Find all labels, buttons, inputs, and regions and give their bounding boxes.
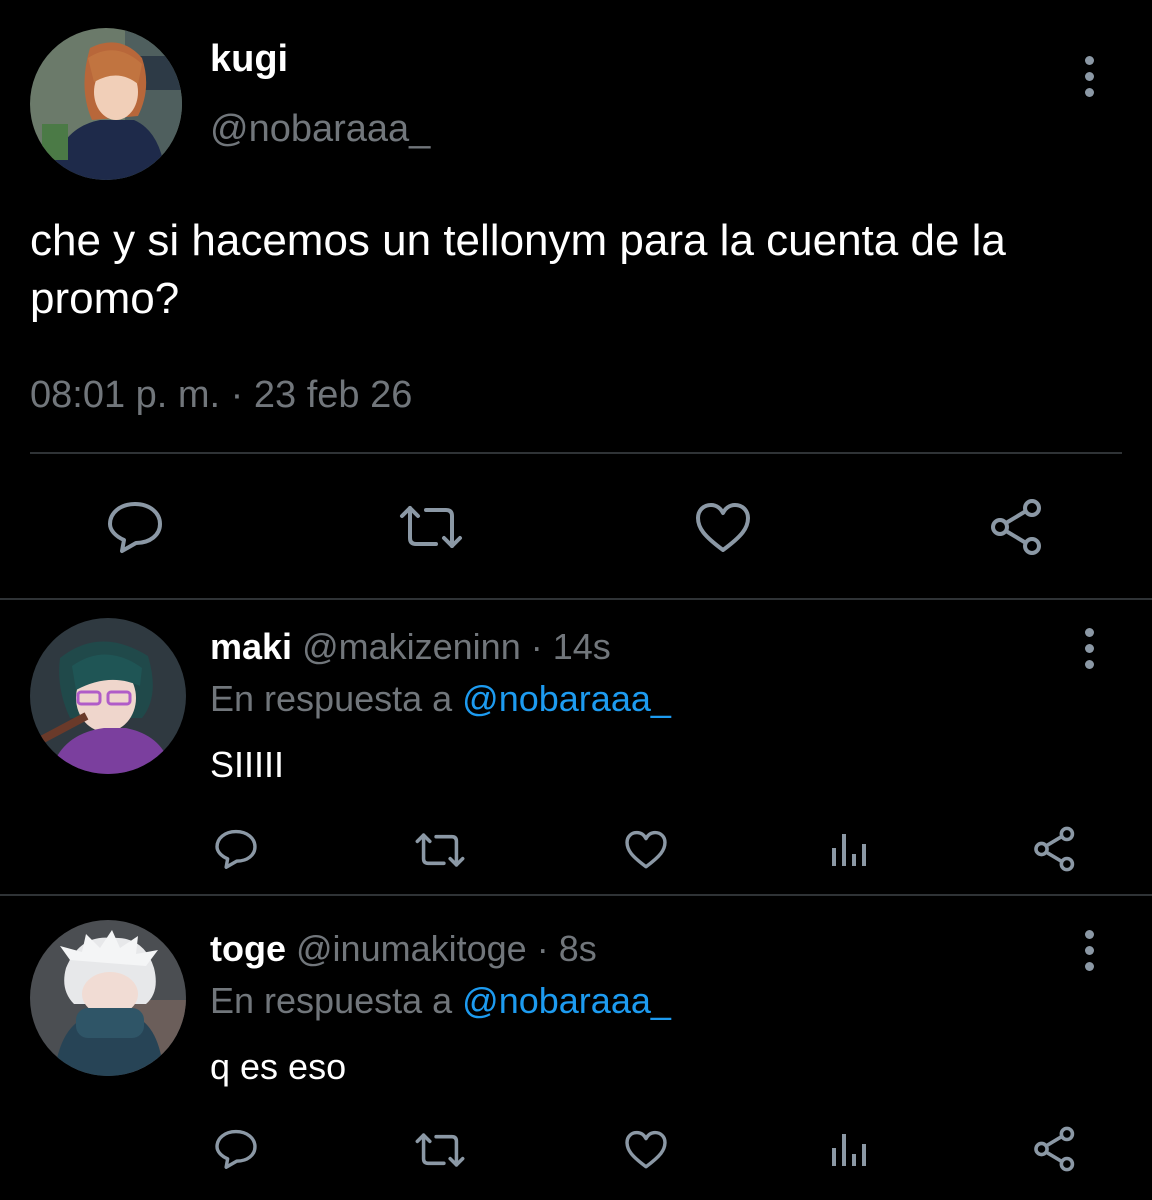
reply-icon[interactable] xyxy=(106,500,164,554)
more-options-icon[interactable] xyxy=(1079,930,1099,971)
avatar-kugi[interactable] xyxy=(30,28,182,180)
reply-header: toge @inumakitoge · 8s xyxy=(210,928,597,970)
retweet-icon[interactable] xyxy=(414,1132,466,1168)
avatar-maki[interactable] xyxy=(30,618,186,774)
reply-author-handle[interactable]: @inumakitoge xyxy=(296,928,527,969)
like-icon[interactable] xyxy=(624,830,668,870)
reply-to-line: En respuesta a @nobaraaa_ xyxy=(210,678,671,720)
divider xyxy=(0,598,1152,600)
reply-icon[interactable] xyxy=(214,1128,258,1170)
more-options-icon[interactable] xyxy=(1079,628,1099,669)
reply-to-prefix: En respuesta a xyxy=(210,980,453,1021)
reply-to-prefix: En respuesta a xyxy=(210,678,453,719)
main-tweet-handle[interactable]: @nobaraaa_ xyxy=(210,108,430,151)
retweet-icon[interactable] xyxy=(414,832,466,868)
reply-author-name[interactable]: toge xyxy=(210,928,286,969)
views-icon[interactable] xyxy=(830,1130,870,1168)
reply-author-name[interactable]: maki xyxy=(210,626,292,667)
views-icon[interactable] xyxy=(830,830,870,868)
reply-time: · 14s xyxy=(530,626,611,667)
divider xyxy=(0,894,1152,896)
main-tweet-text: che y si hacemos un tellonym para la cue… xyxy=(30,216,1006,323)
reply-text: SIIIII xyxy=(210,744,285,785)
like-icon[interactable] xyxy=(694,502,752,554)
main-tweet-timestamp: 08:01 p. m. · 23 feb 26 xyxy=(30,374,413,416)
reply-time: · 8s xyxy=(536,928,597,969)
divider xyxy=(30,452,1122,454)
main-tweet-name[interactable]: kugi xyxy=(210,38,288,81)
retweet-icon[interactable] xyxy=(398,504,464,550)
reply-text: q es eso xyxy=(210,1046,347,1087)
reply-mention-link[interactable]: @nobaraaa_ xyxy=(462,980,671,1021)
share-icon[interactable] xyxy=(988,498,1046,556)
like-icon[interactable] xyxy=(624,1130,668,1170)
reply-mention-link[interactable]: @nobaraaa_ xyxy=(462,678,671,719)
reply-to-line: En respuesta a @nobaraaa_ xyxy=(210,980,671,1022)
share-icon[interactable] xyxy=(1032,1126,1078,1172)
more-options-icon[interactable] xyxy=(1079,56,1099,97)
reply-icon[interactable] xyxy=(214,828,258,870)
reply-author-handle[interactable]: @makizeninn xyxy=(302,626,521,667)
reply-header: maki @makizeninn · 14s xyxy=(210,626,611,668)
avatar-toge[interactable] xyxy=(30,920,186,1076)
share-icon[interactable] xyxy=(1032,826,1078,872)
